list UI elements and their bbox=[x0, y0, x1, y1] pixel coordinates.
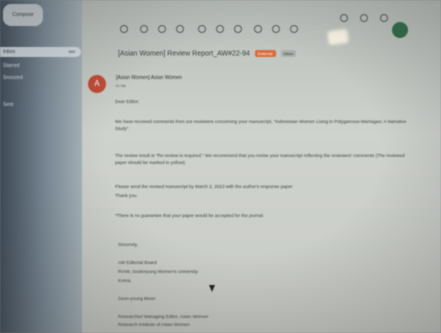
delete-icon[interactable] bbox=[176, 25, 184, 33]
recipient-line[interactable]: to me bbox=[116, 83, 126, 88]
sender-name: [Asian Women] Asian Women bbox=[116, 75, 182, 81]
inbox-label-badge[interactable]: Inbox bbox=[280, 50, 297, 57]
sidebar-item-snoozed[interactable]: Snoozed bbox=[0, 73, 81, 83]
signoff: Sincerely, bbox=[118, 242, 138, 247]
label-icon[interactable] bbox=[272, 25, 280, 33]
move-to-icon[interactable] bbox=[254, 25, 262, 33]
apps-grid-icon[interactable] bbox=[380, 14, 388, 22]
signature-line-4: Seon-young Moon bbox=[118, 296, 156, 301]
mouse-cursor-icon bbox=[209, 285, 215, 292]
back-arrow-icon[interactable] bbox=[120, 25, 128, 33]
screen-glare bbox=[327, 28, 349, 46]
subject-text: [Asian Women] Review Report_AW#22-94 bbox=[118, 50, 250, 58]
signature-line-3: Korea, bbox=[118, 278, 132, 283]
paragraph-guarantee: *There is no guarantee that your paper w… bbox=[115, 213, 265, 218]
sidebar-item-label: Starred bbox=[3, 63, 20, 69]
signature-line-1: AW Editorial Board bbox=[118, 260, 157, 265]
inbox-count: 999 bbox=[68, 49, 75, 54]
compose-button[interactable]: Compose bbox=[3, 4, 43, 26]
archive-icon[interactable] bbox=[140, 25, 148, 33]
signature-line-6: Research Institute of Asian Women bbox=[118, 322, 190, 327]
settings-gear-icon[interactable] bbox=[360, 14, 368, 22]
snooze-icon[interactable] bbox=[216, 25, 224, 33]
sidebar-item-label: Inbox bbox=[3, 49, 16, 55]
email-subject: [Asian Women] Review Report_AW#22-94 Ext… bbox=[118, 50, 297, 58]
signature-line-5: Researcher/ Managing Editor, Asian Women bbox=[118, 314, 209, 319]
add-task-icon[interactable] bbox=[234, 25, 242, 33]
paragraph-review-result: The review result is "Re-review is requi… bbox=[115, 153, 405, 165]
greeting: Dear Editor, bbox=[115, 99, 140, 104]
sidebar-item-inbox[interactable]: Inbox 999 bbox=[0, 47, 81, 57]
external-badge: External bbox=[254, 50, 276, 57]
sidebar-item-label: Sent bbox=[3, 102, 14, 108]
signature-line-2: RIAW, Sookmyung Women's University bbox=[118, 269, 199, 274]
sidebar-item-sent[interactable]: Sent bbox=[0, 100, 81, 110]
more-options-icon[interactable] bbox=[290, 25, 298, 33]
help-icon[interactable] bbox=[340, 14, 348, 22]
account-avatar[interactable] bbox=[392, 22, 408, 38]
mark-unread-icon[interactable] bbox=[198, 25, 206, 33]
email-client-window: Compose Inbox 999 Starred Snoozed Sent [… bbox=[0, 0, 441, 333]
paragraph-comments: We have received comments from our revie… bbox=[115, 119, 407, 131]
paragraph-deadline: Please send the revised manuscript by Ma… bbox=[115, 184, 294, 189]
sidebar-item-starred[interactable]: Starred bbox=[0, 61, 81, 71]
thank-you: Thank you. bbox=[115, 193, 138, 198]
toolbar bbox=[82, 0, 441, 44]
sidebar: Compose Inbox 999 Starred Snoozed Sent bbox=[0, 0, 82, 333]
sender-avatar: A bbox=[88, 75, 106, 93]
report-spam-icon[interactable] bbox=[158, 25, 166, 33]
sidebar-item-label: Snoozed bbox=[3, 75, 23, 81]
